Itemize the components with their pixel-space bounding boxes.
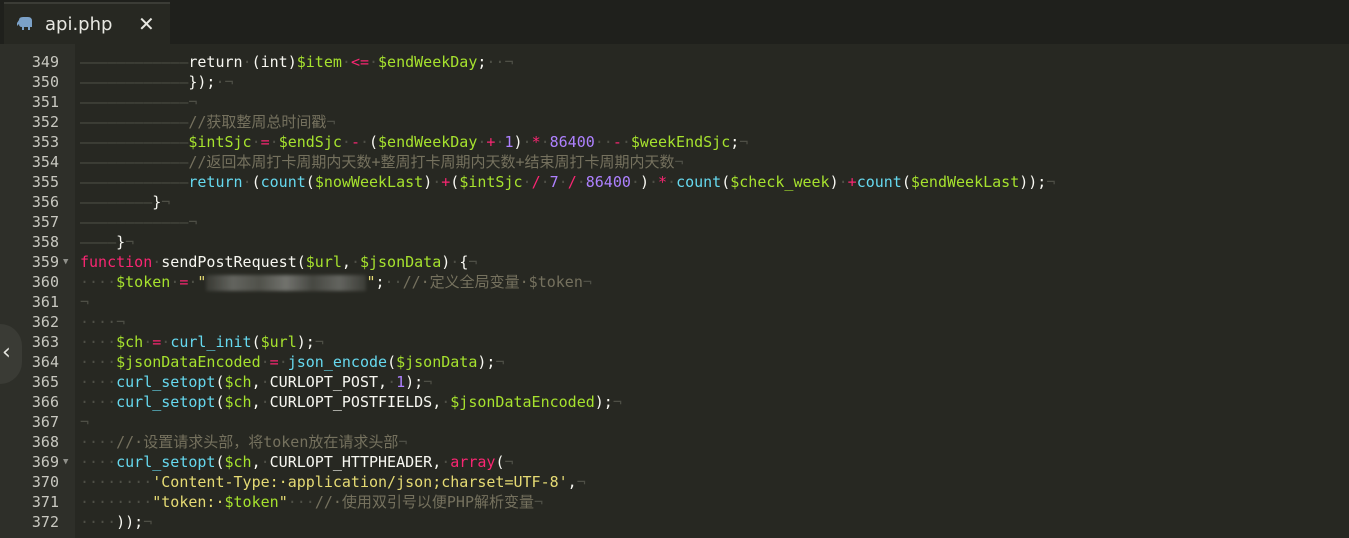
- line-number: 368: [31, 433, 59, 451]
- line-number: 370: [31, 473, 59, 491]
- code-line: ····curl_setopt($ch,·CURLOPT_HTTPHEADER,…: [80, 453, 514, 471]
- line-number: 353: [31, 133, 59, 151]
- line-number: 354: [31, 153, 59, 171]
- code-line: ····curl_setopt($ch,·CURLOPT_POST,·1);¬: [80, 373, 433, 391]
- code-line: ————————————¬: [80, 213, 198, 231]
- code-line: ····$ch·=·curl_init($url);¬: [80, 333, 324, 351]
- line-number: 367: [31, 413, 59, 431]
- code-line: ————————————return·(count($nowWeekLast)·…: [80, 173, 1056, 191]
- tab-api-php[interactable]: api.php ✕: [4, 2, 170, 44]
- php-elephant-icon: [17, 17, 32, 30]
- line-number: 358: [31, 233, 59, 251]
- line-number: 357: [31, 213, 59, 231]
- code-area[interactable]: ————————————return·(int)$item·<=·$endWee…: [80, 44, 1349, 538]
- code-line: ········"token:·$token"···//·使用双引号以便PHP解…: [80, 493, 544, 511]
- line-number: 350: [31, 73, 59, 91]
- code-line: ¬: [80, 293, 90, 311]
- tab-bar: api.php ✕: [0, 0, 1349, 44]
- line-number: 372: [31, 513, 59, 531]
- chevron-left-icon: ‹: [2, 340, 11, 365]
- line-number: 369: [31, 453, 59, 471]
- line-number: 371: [31, 493, 59, 511]
- code-line: ————}¬: [80, 233, 135, 251]
- code-line: function·sendPostRequest($url,·$jsonData…: [80, 253, 478, 271]
- code-line: ————————————//返回本周打卡周期内天数+整周打卡周期内天数+结束周打…: [80, 153, 684, 171]
- code-line: ————————}¬: [80, 193, 171, 211]
- line-number: 349: [31, 53, 59, 71]
- line-number: 361: [31, 293, 59, 311]
- code-line: ————————————return·(int)$item·<=·$endWee…: [80, 53, 514, 71]
- code-line: ····$token·=·" ";··//·定义全局变量·$token¬: [80, 273, 592, 291]
- code-line: ————————————¬: [80, 93, 198, 111]
- code-line: ————————————$intSjc·=·$endSjc·-·($endWee…: [80, 133, 749, 151]
- code-editor[interactable]: 349 350 351 352 353 354 355 356 357 358 359 ▼ 360 361…: [0, 44, 1349, 538]
- code-line: ¬: [80, 413, 90, 431]
- line-number: 359: [31, 253, 59, 271]
- code-line: ········'Content-Type:·application/json;…: [80, 473, 586, 491]
- close-icon[interactable]: ✕: [138, 12, 155, 36]
- fold-arrow-icon[interactable]: ▼: [63, 257, 68, 267]
- code-line: ····));¬: [80, 513, 153, 531]
- fold-arrow-icon[interactable]: ▼: [63, 457, 68, 467]
- line-number: 356: [31, 193, 59, 211]
- code-line: ····¬: [80, 313, 126, 331]
- line-number-gutter: 349 350 351 352 353 354 355 356 357 358 359 ▼ 360 361…: [0, 44, 75, 538]
- tab-title: api.php: [45, 14, 113, 35]
- code-line: ————————————//获取整周总时间戳¬: [80, 113, 336, 131]
- code-line: ····//·设置请求头部，将token放在请求头部¬: [80, 433, 408, 451]
- code-line: ————————————});·¬: [80, 73, 234, 91]
- line-number: 352: [31, 113, 59, 131]
- line-number: 366: [31, 393, 59, 411]
- line-number: 351: [31, 93, 59, 111]
- line-number: 360: [31, 273, 59, 291]
- code-line: ····curl_setopt($ch,·CURLOPT_POSTFIELDS,…: [80, 393, 622, 411]
- line-number: 355: [31, 173, 59, 191]
- code-line: ····$jsonDataEncoded·=·json_encode($json…: [80, 353, 505, 371]
